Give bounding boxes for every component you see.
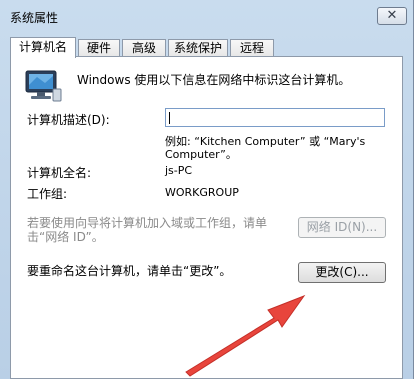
tab-computer-name[interactable]: 计算机名 <box>10 37 76 58</box>
system-properties-window: 系统属性 ✕ 计算机名 硬件 高级 系统保护 远程 Windows 使用以下信息… <box>0 0 414 379</box>
